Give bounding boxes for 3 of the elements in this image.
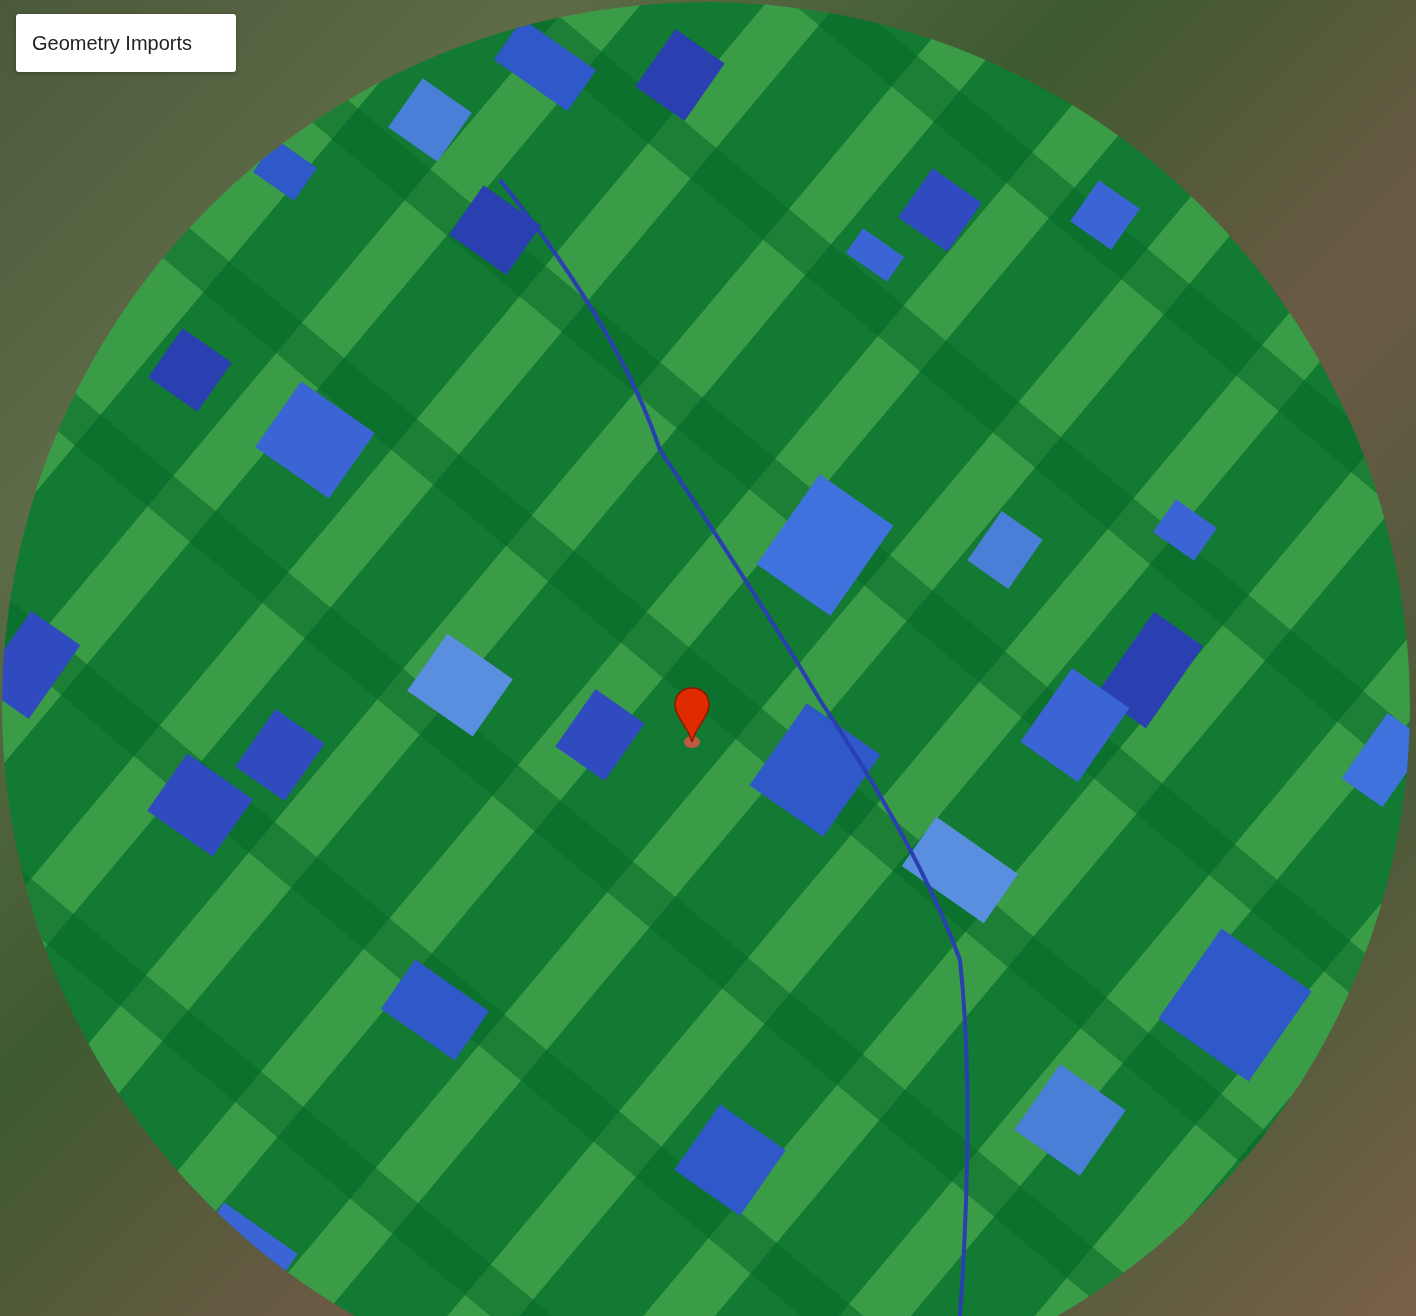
satellite-map[interactable]: Geometry Imports	[0, 0, 1416, 1316]
geometry-imports-button[interactable]: Geometry Imports	[16, 14, 236, 72]
map-pin-icon[interactable]	[672, 686, 712, 750]
